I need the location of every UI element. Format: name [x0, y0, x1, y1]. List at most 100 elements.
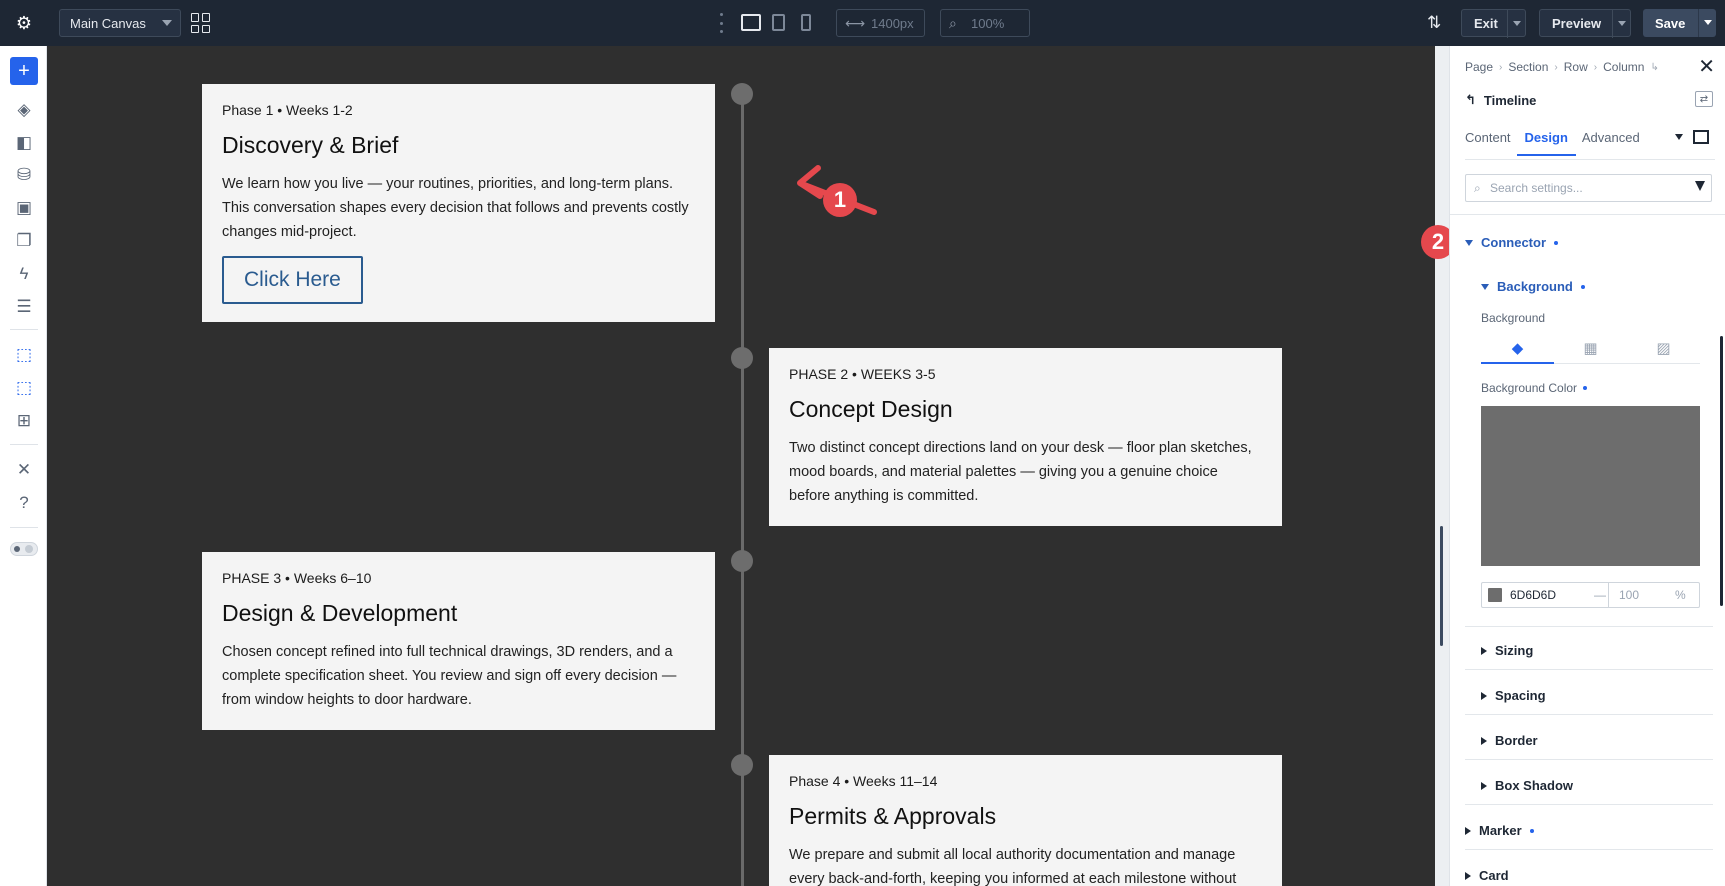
lightning-icon[interactable]: ϟ	[12, 263, 36, 285]
group-sizing-label: Sizing	[1495, 643, 1534, 658]
section-connector-label: Connector	[1481, 235, 1546, 250]
group-box-shadow[interactable]: Box Shadow	[1481, 778, 1573, 793]
background-type-tabs: ◆ ▦ ▨	[1481, 332, 1700, 364]
exit-button[interactable]: Exit	[1461, 9, 1526, 38]
pages-icon[interactable]: ❐	[12, 230, 36, 252]
mode-toggle[interactable]	[10, 542, 38, 556]
timeline-marker[interactable]	[731, 550, 753, 572]
card-phase: PHASE 3 • Weeks 6–10	[222, 570, 372, 586]
search-input[interactable]: ⌕ Search settings...	[1465, 174, 1712, 202]
group-border[interactable]: Border	[1481, 733, 1538, 748]
card-body: We prepare and submit all local authorit…	[789, 847, 1237, 886]
section-card[interactable]: Card	[1465, 868, 1509, 883]
paint-bucket-icon[interactable]: ◆	[1481, 332, 1554, 364]
canvas-width-input[interactable]: ⟷ 1400px	[836, 9, 925, 37]
preview-button[interactable]: Preview	[1539, 9, 1631, 38]
save-button[interactable]: Save	[1643, 9, 1716, 37]
timeline-card[interactable]: Phase 1 • Weeks 1-2 Discovery & Brief We…	[202, 84, 715, 322]
breadcrumb-section[interactable]: Section	[1508, 60, 1548, 74]
sidebar-divider	[10, 527, 38, 528]
more-options-icon[interactable]	[717, 13, 725, 33]
close-icon[interactable]: ✕	[1698, 54, 1715, 79]
caret-right-icon	[1481, 691, 1487, 700]
layout-settings-icon[interactable]: ⊞	[12, 410, 36, 432]
add-element-button[interactable]: +	[10, 57, 38, 85]
color-chip[interactable]	[1488, 588, 1502, 602]
tab-design[interactable]: Design	[1516, 130, 1577, 156]
timeline-card[interactable]: Phase 4 • Weeks 11–14 Permits & Approval…	[769, 755, 1282, 886]
canvas-select[interactable]: Main Canvas	[59, 9, 181, 37]
opacity-unit: %	[1675, 588, 1686, 602]
opacity-value: 100	[1619, 588, 1640, 602]
card-body: We learn how you live — your routines, p…	[222, 176, 689, 240]
multi-select-icon[interactable]: ⬚	[12, 377, 36, 399]
group-sizing[interactable]: Sizing	[1481, 643, 1533, 658]
left-sidebar: + ◈ ◧ ⛁ ▣ ❐ ϟ ☰ ⬚ ⬚ ⊞ ✕ ?	[0, 46, 47, 886]
group-spacing[interactable]: Spacing	[1481, 688, 1546, 703]
canvas-scrollbar[interactable]	[1440, 526, 1443, 646]
help-icon[interactable]: ?	[12, 492, 36, 514]
group-divider	[1465, 626, 1713, 627]
color-dash: —	[1594, 588, 1606, 602]
breadcrumb-page[interactable]: Page	[1465, 60, 1493, 74]
layers-icon[interactable]: ◈	[12, 99, 36, 121]
section-connector[interactable]: Connector	[1465, 235, 1558, 250]
gradient-icon[interactable]: ▦	[1554, 332, 1627, 363]
layout-grid-icon[interactable]	[191, 13, 211, 33]
group-background[interactable]: Background	[1481, 279, 1585, 294]
panel-scrollbar[interactable]	[1720, 336, 1723, 606]
modified-dot	[1583, 386, 1588, 390]
group-divider	[1465, 714, 1713, 715]
tab-advanced[interactable]: Advanced	[1582, 130, 1640, 155]
list-icon[interactable]: ☰	[12, 296, 36, 318]
color-input[interactable]: 6D6D6D — 100 %	[1481, 582, 1700, 608]
width-icon: ⟷	[845, 15, 866, 31]
zoom-input[interactable]: ⌕ 100%	[940, 9, 1030, 37]
section-marker[interactable]: Marker	[1465, 823, 1534, 838]
card-body: Chosen concept refined into full technic…	[222, 644, 677, 708]
timeline-marker[interactable]	[731, 83, 753, 105]
back-icon[interactable]: ↰	[1465, 92, 1476, 108]
card-title: Design & Development	[222, 600, 458, 626]
timeline-marker[interactable]	[731, 347, 753, 369]
color-preview-swatch[interactable]	[1481, 406, 1700, 566]
desktop-view-icon[interactable]	[741, 14, 761, 31]
select-element-icon[interactable]: ⬚	[12, 344, 36, 366]
theme-icon[interactable]: ◧	[12, 132, 36, 154]
caret-right-icon	[1481, 736, 1487, 745]
timeline-card[interactable]: PHASE 2 • WEEKS 3-5 Concept Design Two d…	[769, 348, 1282, 526]
element-preview-icon[interactable]	[1693, 130, 1709, 144]
annotation-badge: 1	[823, 183, 857, 217]
tools-icon[interactable]: ✕	[12, 459, 36, 481]
timeline-card[interactable]: PHASE 3 • Weeks 6–10 Design & Developmen…	[202, 552, 715, 730]
panel-gutter	[1435, 46, 1449, 886]
module-options-icon[interactable]: ⇄	[1695, 91, 1713, 107]
gear-icon[interactable]: ⚙	[12, 12, 36, 34]
tablet-view-icon[interactable]	[772, 14, 785, 31]
caret-right-icon	[1465, 826, 1471, 835]
phone-view-icon[interactable]	[801, 14, 811, 31]
chevron-down-icon	[162, 20, 172, 26]
exit-dropdown-icon[interactable]	[1507, 10, 1525, 38]
breadcrumb-row[interactable]: Row	[1564, 60, 1588, 74]
card-cta-button[interactable]: Click Here	[222, 256, 363, 304]
group-divider	[1465, 804, 1713, 805]
preview-label: Preview	[1552, 15, 1602, 31]
save-dropdown-icon[interactable]	[1698, 9, 1716, 37]
zoom-icon: ⌕	[949, 15, 957, 31]
filter-icon[interactable]	[1695, 181, 1705, 191]
background-field-label: Background	[1481, 311, 1545, 325]
color-hex-value[interactable]: 6D6D6D	[1510, 588, 1594, 602]
database-icon[interactable]: ⛁	[12, 164, 36, 186]
preview-dropdown-icon[interactable]	[1612, 10, 1630, 38]
template-icon[interactable]: ▣	[12, 197, 36, 219]
timeline-marker[interactable]	[731, 754, 753, 776]
breadcrumb-column[interactable]: Column	[1603, 60, 1644, 74]
tab-content[interactable]: Content	[1465, 130, 1511, 155]
opacity-input[interactable]: 100 %	[1608, 582, 1690, 608]
image-icon[interactable]: ▨	[1627, 332, 1700, 363]
sort-icon[interactable]: ⇅	[1427, 13, 1441, 33]
settings-panel: Page › Section › Row › Column ↳ ✕ ↰ Timeline…	[1449, 46, 1725, 886]
chevron-down-icon[interactable]	[1675, 134, 1683, 140]
card-phase: Phase 1 • Weeks 1-2	[222, 102, 353, 118]
